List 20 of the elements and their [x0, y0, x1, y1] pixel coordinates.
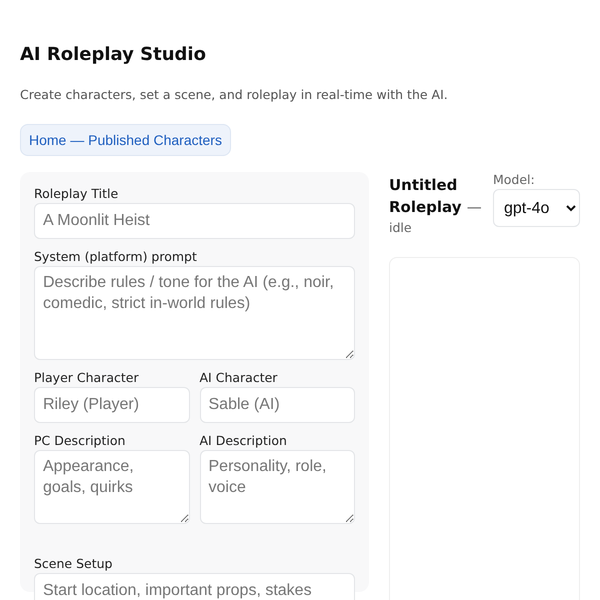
input-field[interactable]: Start location, important props, stakes	[34, 573, 355, 600]
field-label: PC Description	[34, 433, 126, 448]
field-label: Roleplay Title	[34, 186, 120, 201]
input-field[interactable]: A Moonlit Heist	[34, 203, 355, 239]
text-area[interactable]: Personality, role, voice	[200, 450, 355, 524]
field-label: AI Character	[200, 370, 278, 385]
model-select[interactable]: gpt-4o	[493, 189, 580, 227]
session-title: Untitled Roleplay — idle	[389, 175, 483, 237]
app-title: AI Roleplay Studio	[20, 44, 207, 65]
published-characters-link[interactable]: Home — Published Characters	[20, 124, 231, 156]
text-area[interactable]: Describe rules / tone for the AI (e.g., noir, comedic, strict in-world rules)	[34, 266, 355, 360]
field-label: AI Description	[200, 433, 288, 448]
app-subtitle: Create characters, set a scene, and roleplay in real-time with the AI.	[20, 87, 449, 102]
model-label: Model:	[493, 172, 536, 187]
field-label: System (platform) prompt	[34, 249, 198, 264]
field-label: Player Character	[34, 370, 140, 385]
text-area[interactable]: Appearance, goals, quirks	[34, 450, 190, 524]
input-field[interactable]: Riley (Player)	[34, 387, 190, 423]
field-label: Scene Setup	[34, 556, 114, 571]
input-field[interactable]: Sable (AI)	[200, 387, 355, 423]
